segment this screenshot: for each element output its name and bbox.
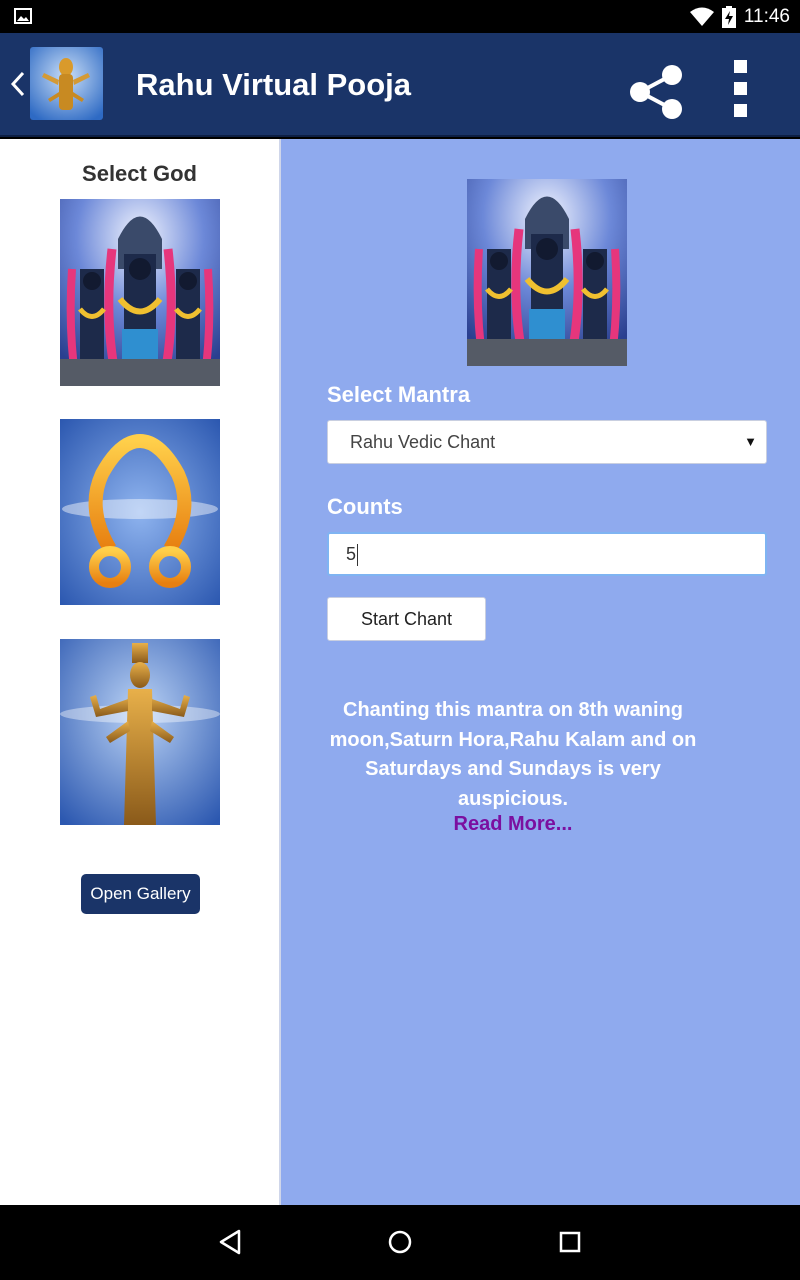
wifi-icon: [689, 7, 714, 26]
status-time: 11:46: [743, 6, 790, 27]
dropdown-arrow-icon: ▼: [744, 434, 757, 449]
navigation-bar: [0, 1205, 800, 1280]
start-chant-button[interactable]: Start Chant: [327, 597, 486, 641]
status-bar: 11:46: [0, 0, 800, 33]
recents-square-icon[interactable]: [555, 1227, 585, 1257]
rahu-idol-image[interactable]: [60, 639, 220, 825]
select-god-title: Select God: [82, 161, 197, 186]
counts-input-value: 5: [346, 544, 357, 564]
mantra-description: Chanting this mantra on 8th waning moon,…: [329, 699, 697, 810]
read-more-link[interactable]: Read More...: [321, 813, 705, 836]
open-gallery-button[interactable]: Open Gallery: [81, 874, 200, 914]
mantra-dropdown[interactable]: Rahu Vedic Chant ▼: [327, 420, 767, 464]
app-logo-icon[interactable]: [30, 47, 103, 120]
mantra-panel: Select Mantra Rahu Vedic Chant ▼ Counts …: [281, 139, 800, 1205]
counts-input[interactable]: 5: [327, 532, 767, 576]
home-circle-icon[interactable]: [385, 1227, 415, 1257]
select-god-panel: Select God Open Gallery: [0, 139, 279, 1205]
back-chevron-icon[interactable]: [8, 69, 28, 99]
image-icon: [14, 8, 32, 24]
select-mantra-label: Select Mantra: [327, 382, 471, 407]
overflow-menu-icon[interactable]: [722, 55, 758, 125]
counts-label: Counts: [327, 494, 403, 519]
battery-charging-icon: [721, 6, 736, 28]
god-trio-image[interactable]: [60, 199, 220, 386]
app-title: Rahu Virtual Pooja: [136, 67, 412, 102]
rahu-symbol-image[interactable]: [60, 419, 220, 605]
mantra-dropdown-value: Rahu Vedic Chant: [350, 432, 496, 452]
back-triangle-icon[interactable]: [215, 1227, 245, 1257]
text-cursor: [357, 544, 358, 566]
app-bar: Rahu Virtual Pooja: [0, 33, 800, 137]
share-icon[interactable]: [626, 63, 688, 121]
selected-god-image: [467, 179, 627, 366]
